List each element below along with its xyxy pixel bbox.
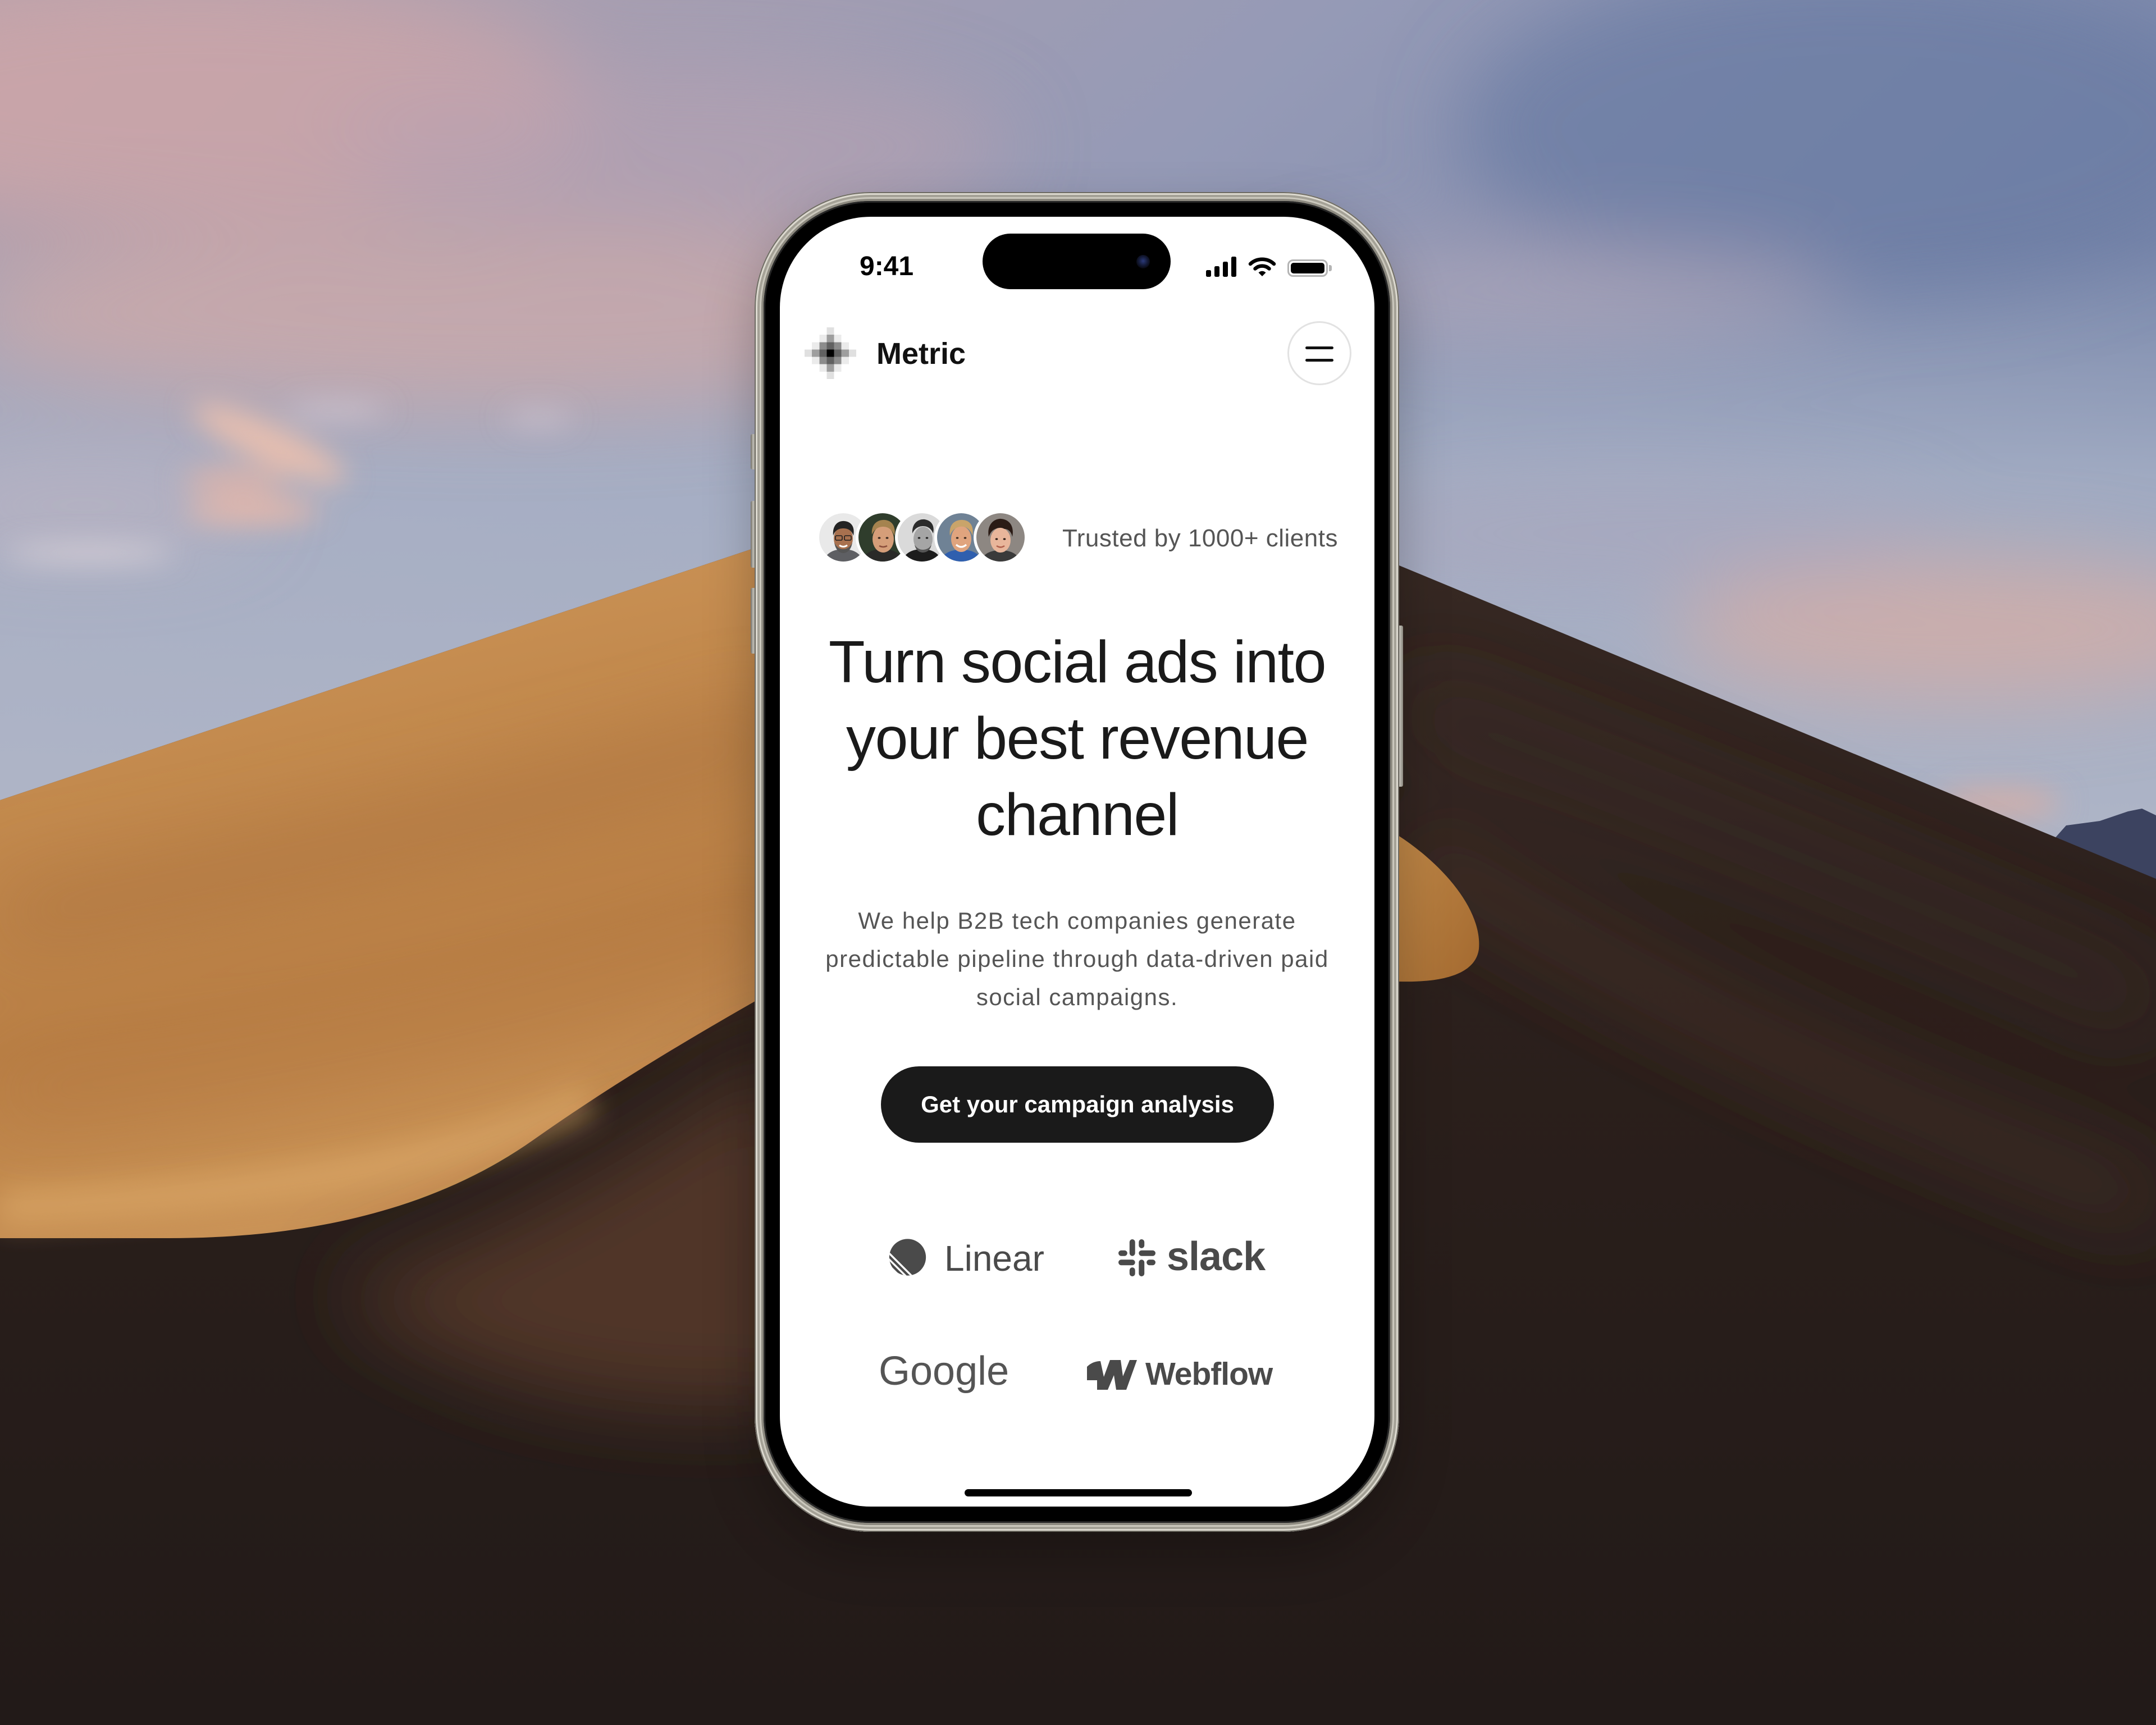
logo-linear: Linear <box>944 1238 1044 1279</box>
client-avatar <box>974 510 1027 564</box>
menu-icon-line-bottom <box>1305 359 1333 362</box>
phone-screen: 9:41 Metric Trusted by 1000+ clients Tur… <box>780 217 1374 1507</box>
headline-line: channel <box>976 782 1179 848</box>
subtitle-line: We help B2B tech companies generate <box>858 907 1296 934</box>
menu-button[interactable] <box>1287 321 1351 385</box>
headline-line: Turn social ads into <box>828 629 1327 695</box>
avatar-photo-5 <box>976 513 1025 562</box>
slack-icon <box>1118 1239 1155 1276</box>
brand-name[interactable]: Metric <box>876 339 966 369</box>
logo-slack: slack <box>1167 1234 1266 1279</box>
signal-icon <box>1206 257 1236 277</box>
dynamic-island <box>983 234 1171 289</box>
social-proof-text: Trusted by 1000+ clients <box>1062 524 1338 552</box>
webflow-icon <box>1087 1360 1137 1390</box>
front-camera-icon <box>1136 255 1150 268</box>
cta-label: Get your campaign analysis <box>921 1091 1234 1117</box>
battery-cap <box>1329 265 1332 271</box>
hero-headline: Turn social ads into your best revenue c… <box>780 624 1374 853</box>
logo-webflow: Webflow <box>1145 1356 1273 1392</box>
battery-icon <box>1287 259 1328 277</box>
hero-subtitle: We help B2B tech companies generate pred… <box>780 902 1374 1016</box>
pixel-star-logo-icon[interactable] <box>805 327 856 379</box>
wifi-icon <box>1248 257 1276 276</box>
logo-google: Google <box>879 1349 1010 1394</box>
phone-mockup: 9:41 Metric Trusted by 1000+ clients Tur… <box>755 192 1399 1532</box>
subtitle-line: social campaigns. <box>976 984 1179 1010</box>
status-time: 9:41 <box>860 252 914 281</box>
home-indicator[interactable] <box>965 1489 1192 1496</box>
battery-level <box>1291 263 1324 273</box>
subtitle-line: predictable pipeline through data-driven… <box>825 946 1329 972</box>
menu-icon-line-top <box>1305 346 1333 349</box>
headline-line: your best revenue <box>846 705 1309 772</box>
linear-icon <box>889 1239 926 1276</box>
cta-campaign-analysis-button[interactable]: Get your campaign analysis <box>881 1066 1274 1143</box>
